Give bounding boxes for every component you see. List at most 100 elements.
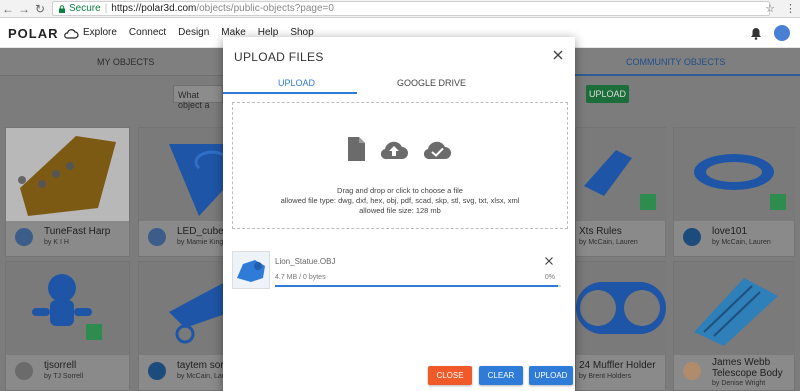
file-thumbnail — [232, 251, 270, 289]
lock-icon — [59, 4, 65, 13]
address-bar[interactable]: Secure | https://polar3d.com/objects/pub… — [52, 1, 770, 16]
nav-explore[interactable]: Explore — [83, 27, 117, 38]
upload-files-dialog: UPLOAD FILES UPLOAD GOOGLE DRIVE Drag an… — [223, 37, 575, 391]
url-path: /objects/public-objects?page=0 — [196, 3, 334, 14]
card-image — [6, 128, 129, 221]
reload-icon[interactable]: ↻ — [32, 1, 48, 17]
file-icon — [348, 137, 365, 161]
dialog-tabs: UPLOAD GOOGLE DRIVE — [223, 70, 575, 94]
tab-upload[interactable]: UPLOAD — [278, 78, 315, 88]
card-author: by Mamie Kingst — [177, 239, 229, 246]
object-card[interactable]: love101 by McCain, Lauren — [673, 127, 795, 257]
muffler-holder-thumbnail — [576, 262, 666, 355]
card-footer: tjsorrell by TJ Sorrell — [6, 354, 129, 390]
taytem-thumbnail — [139, 262, 225, 355]
tab-my-objects[interactable]: MY OBJECTS — [97, 57, 154, 67]
user-avatar[interactable] — [774, 25, 790, 41]
tab-google-drive[interactable]: GOOGLE DRIVE — [397, 78, 466, 88]
back-icon[interactable]: ← — [0, 1, 16, 17]
dropzone-instructions: Drag and drop or click to choose a file — [337, 186, 463, 195]
love-thumbnail — [674, 128, 795, 221]
remove-file-icon[interactable] — [544, 256, 554, 266]
forward-icon[interactable]: → — [16, 1, 32, 17]
author-avatar — [15, 362, 33, 380]
object-card[interactable]: James Webb Telescope Body by Denise Wrig… — [673, 261, 795, 391]
card-author: by Denise Wright — [712, 380, 766, 387]
card-image — [576, 262, 666, 355]
menu-icon[interactable]: ⋮ — [785, 2, 796, 15]
card-footer: taytem sorrell by McCain, Lauren — [139, 354, 237, 390]
card-author: by McCain, Lauren — [579, 239, 638, 246]
cloud-upload-icon — [380, 141, 408, 160]
card-footer: LED_cube_diffu by Mamie Kingst — [139, 220, 248, 256]
dialog-title: UPLOAD FILES — [234, 50, 324, 64]
card-author: by McCain, Lauren — [712, 239, 771, 246]
upload-progress-fill — [275, 285, 559, 287]
card-title: 24 Muffler Holder — [579, 360, 656, 371]
card-image — [139, 128, 230, 221]
nav-design[interactable]: Design — [178, 27, 209, 38]
card-title: James Webb Telescope Body — [712, 357, 783, 379]
browser-toolbar: ← → ↻ Secure | https://polar3d.com/objec… — [0, 0, 800, 18]
cloud-logo-icon — [63, 28, 79, 39]
author-avatar — [148, 228, 166, 246]
object-card[interactable]: TuneFast Harp by K I H — [5, 127, 130, 257]
object-search-input[interactable]: What object a — [173, 85, 223, 110]
bell-icon[interactable] — [750, 27, 762, 40]
card-author: by Brent Holders — [579, 373, 632, 380]
card-title: Xts Rules — [579, 226, 622, 237]
author-avatar — [683, 362, 701, 380]
upload-button-background[interactable]: UPLOAD — [586, 85, 629, 103]
author-avatar — [15, 228, 33, 246]
url-host: https://polar3d.com — [111, 3, 197, 14]
telescope-thumbnail — [674, 262, 795, 355]
card-footer: love101 by McCain, Lauren — [674, 220, 794, 256]
card-image — [139, 262, 225, 355]
led-cube-thumbnail — [139, 128, 230, 221]
card-footer: Xts Rules by McCain, Lauren — [547, 220, 665, 256]
file-name: Lion_Statue.OBJ — [275, 257, 336, 266]
card-footer: James Webb Telescope Body by Denise Wrig… — [674, 354, 794, 390]
harp-thumbnail — [6, 128, 129, 221]
object-card[interactable]: taytem sorrell by McCain, Lauren — [138, 261, 237, 391]
card-image — [674, 262, 795, 355]
card-title: TuneFast Harp — [44, 226, 111, 237]
active-tab-underline — [223, 92, 357, 94]
clear-button[interactable]: CLEAR — [479, 366, 523, 385]
allowed-file-size: allowed file size: 128 mb — [359, 206, 441, 215]
author-avatar — [683, 228, 701, 246]
lion-statue-thumbnail — [233, 252, 269, 288]
url-separator: | — [104, 3, 108, 14]
card-image — [674, 128, 795, 221]
close-button[interactable]: CLOSE — [428, 366, 472, 385]
upload-percent: 0% — [544, 274, 555, 281]
card-image — [576, 128, 666, 221]
object-card[interactable]: Xts Rules by McCain, Lauren — [547, 127, 666, 257]
cloud-done-icon — [423, 141, 451, 160]
nav-connect[interactable]: Connect — [129, 27, 166, 38]
tab-community-objects[interactable]: COMMUNITY OBJECTS — [626, 57, 725, 67]
object-card[interactable]: tjsorrell by TJ Sorrell — [5, 261, 130, 391]
logo-text: POLAR — [8, 26, 59, 41]
card-title: tjsorrell — [44, 360, 77, 371]
close-icon[interactable] — [551, 48, 565, 62]
card-author: by TJ Sorrell — [44, 373, 84, 380]
object-card[interactable]: LED_cube_diffu by Mamie Kingst — [138, 127, 248, 257]
polar-logo[interactable]: POLAR — [8, 26, 79, 41]
upload-file-row: Lion_Statue.OBJ 4.7 MB / 0 bytes 0% — [232, 251, 568, 291]
card-image — [6, 262, 129, 355]
card-footer: TuneFast Harp by K I H — [6, 220, 129, 256]
star-icon[interactable]: ☆ — [765, 2, 775, 15]
upload-progress-bar — [275, 285, 561, 287]
file-dropzone[interactable]: Drag and drop or click to choose a file … — [232, 102, 568, 229]
xts-thumbnail — [576, 128, 666, 221]
dialog-actions: CLOSE CLEAR UPLOAD — [223, 363, 575, 391]
file-size: 4.7 MB / 0 bytes — [275, 274, 326, 281]
upload-button[interactable]: UPLOAD — [529, 366, 573, 385]
card-author: by K I H — [44, 239, 69, 246]
author-avatar — [148, 362, 166, 380]
secure-label: Secure — [69, 3, 101, 14]
card-footer: 24 Muffler Holder by Brent Holders — [576, 354, 665, 390]
card-title: love101 — [712, 226, 748, 237]
object-card[interactable]: 24 Muffler Holder by Brent Holders — [575, 261, 666, 391]
